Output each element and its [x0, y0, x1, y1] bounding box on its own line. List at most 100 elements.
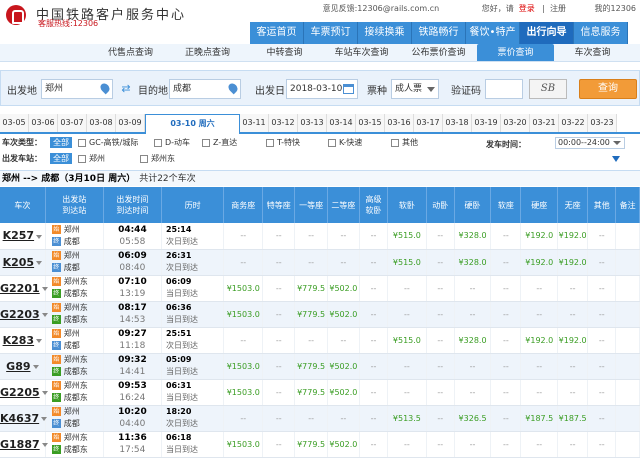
- column-header[interactable]: 历时: [161, 187, 225, 223]
- station-checkbox[interactable]: 郑州: [78, 153, 105, 164]
- date-tab[interactable]: 03-07: [58, 114, 87, 132]
- subnav-item[interactable]: 车次查询: [554, 44, 631, 61]
- train-number-link[interactable]: K205: [3, 256, 35, 269]
- train-type-checkbox[interactable]: Z-直达: [202, 137, 237, 148]
- chevron-down-icon[interactable]: [41, 287, 48, 291]
- checkbox-icon[interactable]: [202, 138, 210, 147]
- subnav-item[interactable]: 正晚点查询: [169, 44, 246, 61]
- ticket-type-select[interactable]: 成人票: [391, 79, 439, 99]
- checkbox-icon[interactable]: [78, 138, 86, 147]
- date-tab[interactable]: 03-15: [356, 114, 385, 132]
- register-link[interactable]: 注册: [550, 4, 566, 13]
- date-tab[interactable]: 03-13: [298, 114, 327, 132]
- train-number-cell[interactable]: G2201: [0, 275, 48, 302]
- chevron-down-icon[interactable]: [41, 391, 48, 395]
- date-tab[interactable]: 03-11: [240, 114, 269, 132]
- scroll-down-icon[interactable]: [612, 156, 620, 162]
- train-type-checkbox[interactable]: 其他: [391, 137, 418, 148]
- train-type-checkbox[interactable]: K-快速: [328, 137, 362, 148]
- all-types-button[interactable]: 全部: [50, 137, 72, 148]
- nav-item[interactable]: 接续换乘: [358, 22, 412, 44]
- train-type-checkbox[interactable]: GC-高铁/城际: [78, 137, 138, 148]
- captcha-image[interactable]: SB: [529, 79, 567, 99]
- train-number-link[interactable]: G89: [6, 360, 30, 373]
- train-number-link[interactable]: G1887: [0, 438, 40, 451]
- captcha-input[interactable]: [485, 79, 523, 99]
- train-number-link[interactable]: K4637: [0, 412, 39, 425]
- column-header[interactable]: 出发站 到达站: [45, 187, 104, 223]
- date-tab[interactable]: 03-19: [472, 114, 501, 132]
- nav-item[interactable]: 客运首页: [250, 22, 304, 44]
- query-button[interactable]: 查询: [579, 79, 637, 99]
- train-number-link[interactable]: K283: [3, 334, 35, 347]
- train-number-cell[interactable]: G2205: [0, 379, 48, 406]
- train-number-link[interactable]: K257: [3, 229, 35, 242]
- chevron-down-icon[interactable]: [36, 234, 43, 239]
- to-station-input[interactable]: 成都: [169, 79, 241, 99]
- date-tab[interactable]: 03-12: [269, 114, 298, 132]
- train-number-cell[interactable]: G1887: [0, 431, 48, 458]
- date-tab[interactable]: 03-06: [29, 114, 58, 132]
- price-cell: --: [520, 379, 559, 406]
- date-tab[interactable]: 03-16: [385, 114, 414, 132]
- chevron-down-icon[interactable]: [41, 313, 48, 317]
- chevron-down-icon[interactable]: [32, 365, 39, 369]
- subnav-item[interactable]: 车站车次查询: [323, 44, 400, 61]
- all-stations-button[interactable]: 全部: [50, 153, 72, 164]
- nav-item[interactable]: 餐饮•特产: [466, 22, 520, 44]
- column-header[interactable]: 出发时间 到达时间: [103, 187, 162, 223]
- date-tab[interactable]: 03-08: [87, 114, 116, 132]
- chevron-down-icon[interactable]: [36, 339, 43, 343]
- train-number-cell[interactable]: K257: [0, 223, 46, 250]
- checkbox-icon[interactable]: [154, 138, 162, 147]
- my12306-link[interactable]: 我的12306: [595, 4, 636, 13]
- checkbox-icon[interactable]: [328, 138, 336, 147]
- subnav-item[interactable]: 代售点查询: [92, 44, 169, 61]
- price-cell: --: [587, 223, 617, 250]
- date-tab[interactable]: 03-10 周六: [145, 114, 240, 134]
- date-tab[interactable]: 03-23: [588, 114, 617, 132]
- from-station: 郑州东: [63, 381, 88, 390]
- nav-item[interactable]: 信息服务: [574, 22, 628, 44]
- train-number-link[interactable]: G2203: [0, 308, 40, 321]
- station-checkbox[interactable]: 郑州东: [140, 153, 175, 164]
- date-tab[interactable]: 03-05: [0, 114, 29, 132]
- feedback-email[interactable]: 12306@rails.com.cn: [357, 4, 439, 13]
- train-number-cell[interactable]: G2203: [0, 301, 48, 328]
- checkbox-icon[interactable]: [78, 154, 86, 163]
- calendar-icon[interactable]: [343, 84, 354, 94]
- chevron-down-icon[interactable]: [41, 443, 48, 447]
- checkbox-icon[interactable]: [266, 138, 274, 147]
- date-tab[interactable]: 03-18: [443, 114, 472, 132]
- login-link[interactable]: 登录: [519, 4, 535, 13]
- date-tab[interactable]: 03-20: [501, 114, 530, 132]
- train-number-cell[interactable]: K205: [0, 249, 46, 276]
- date-tab[interactable]: 03-09: [116, 114, 145, 132]
- subnav-item[interactable]: 公布票价查询: [400, 44, 477, 61]
- column-header[interactable]: 车次: [0, 187, 46, 223]
- date-tab[interactable]: 03-14: [327, 114, 356, 132]
- date-input[interactable]: 2018-03-10: [286, 79, 358, 99]
- swap-icon[interactable]: ⇄: [120, 83, 132, 95]
- train-number-cell[interactable]: K283: [0, 327, 46, 354]
- train-number-link[interactable]: G2201: [0, 282, 40, 295]
- chevron-down-icon[interactable]: [36, 261, 43, 265]
- chevron-down-icon[interactable]: [41, 417, 48, 421]
- train-number-cell[interactable]: K4637: [0, 405, 48, 432]
- date-tab[interactable]: 03-22: [559, 114, 588, 132]
- checkbox-icon[interactable]: [140, 154, 148, 163]
- dep-time-select[interactable]: 00:00--24:00: [555, 137, 625, 149]
- train-number-cell[interactable]: G89: [0, 353, 46, 380]
- nav-item[interactable]: 车票预订: [304, 22, 358, 44]
- subnav-item[interactable]: 中转查询: [246, 44, 323, 61]
- from-station-input[interactable]: 郑州: [41, 79, 113, 99]
- nav-item[interactable]: 出行向导: [520, 22, 574, 44]
- train-number-link[interactable]: G2205: [0, 386, 40, 399]
- checkbox-icon[interactable]: [391, 138, 399, 147]
- date-tab[interactable]: 03-21: [530, 114, 559, 132]
- train-type-checkbox[interactable]: D-动车: [154, 137, 190, 148]
- nav-item[interactable]: 铁路畅行: [412, 22, 466, 44]
- subnav-item[interactable]: 票价查询: [477, 44, 554, 61]
- date-tab[interactable]: 03-17: [414, 114, 443, 132]
- train-type-checkbox[interactable]: T-特快: [266, 137, 300, 148]
